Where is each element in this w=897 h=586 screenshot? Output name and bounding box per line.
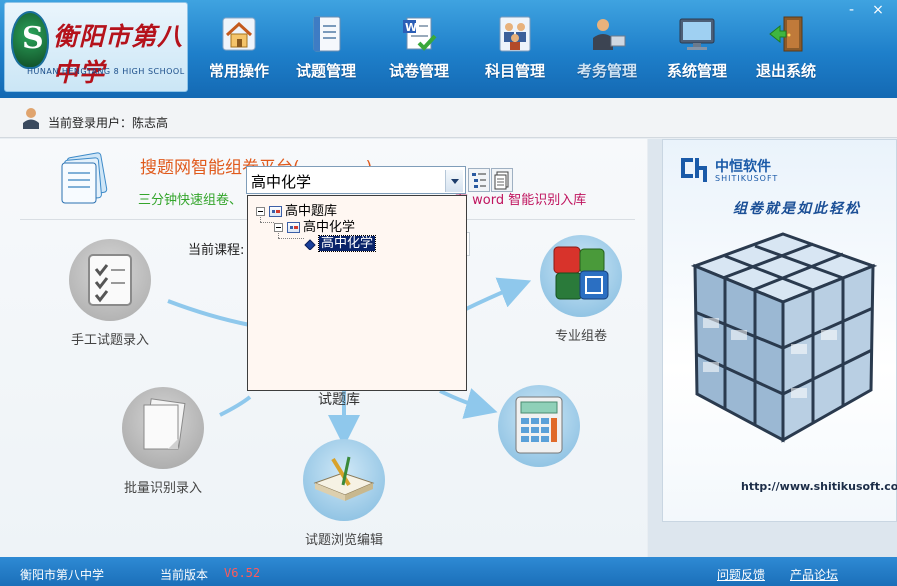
promo-banner: 中恒软件 SHITIKUSOFT 组卷就是如此轻松 http://www.shi… [662,139,897,522]
menu-label: 试题管理 [295,62,356,80]
user-avatar-icon [22,107,40,129]
word-doc-check-icon: W [399,14,439,54]
menu-label: 系统管理 [666,62,727,80]
forum-link[interactable]: 产品论坛 [790,566,838,583]
menu-label: 退出系统 [755,62,816,80]
minimize-button[interactable]: - [841,2,863,18]
status-school: 衡阳市第八中学 [20,568,105,582]
school-name-english: HUNAN HENGYANG 8 HIGH SCHOOL [27,67,185,76]
menu-exit[interactable]: 退出系统 [750,14,822,86]
professional-paper-icon [540,235,622,317]
user-bar: 当前登录用户：陈志高 [0,98,897,138]
dropdown-arrow-icon[interactable] [445,170,463,192]
notebook-icon [306,14,346,54]
status-version-label: 当前版本 [160,568,209,582]
monitor-icon [677,14,717,54]
house-icon [219,14,259,54]
batch-recognition-node[interactable]: 批量识别录入 [104,387,222,496]
browse-edit-node[interactable]: 试题浏览编辑 [288,439,400,548]
browse-edit-icon [303,439,385,521]
feedback-link[interactable]: 问题反馈 [717,566,765,583]
cube-illustration [690,232,878,443]
menu-system-mgmt[interactable]: 系统管理 [662,14,732,86]
calculator-node[interactable] [493,385,585,467]
people-group-icon [495,14,535,54]
promo-brand-sub: SHITIKUSOFT [715,174,779,183]
school-name: 衡阳市第八中学 [53,22,184,87]
exit-door-icon [766,14,806,54]
course-combobox-value: 高中化学 [251,173,312,191]
collapse-icon[interactable] [274,223,283,232]
top-banner: 衡阳市第八中学 HUNAN HENGYANG 8 HIGH SCHOOL 常用操… [0,0,897,98]
menu-exam-mgmt[interactable]: 考务管理 [572,14,642,86]
manual-entry-node[interactable]: 手工试题录入 [62,239,158,348]
menu-label: 常用操作 [208,62,269,80]
tree-node-chemistry-leaf[interactable]: 高中化学 [304,232,377,252]
zhongheng-logo-icon [677,152,711,184]
status-version: V6.52 [224,566,261,580]
tree-connector [278,238,304,239]
svg-text:W: W [405,21,417,34]
menu-subject-mgmt[interactable]: 科目管理 [480,14,550,86]
status-bar: 衡阳市第八中学 当前版本 V6.52 问题反馈 产品论坛 [0,557,897,586]
tree-node-label-selected: 高中化学 [317,235,377,252]
document-button[interactable] [491,168,513,192]
collapse-icon[interactable] [256,207,265,216]
book-icon [304,238,316,251]
folder-icon [287,222,300,233]
document-icon [494,171,509,190]
professional-paper-node[interactable]: 专业组卷 [535,235,627,344]
window-controls: - × [841,2,889,18]
current-user-label: 当前登录用户：陈志高 [48,116,169,130]
menu-question-mgmt[interactable]: 试题管理 [291,14,361,86]
close-button[interactable]: × [867,2,889,18]
course-tree-popup: 高中题库 高中化学 高中化学 [247,195,467,391]
promo-url[interactable]: http://www.shitikusoft.com [741,480,897,493]
menu-paper-mgmt[interactable]: W 试卷管理 [384,14,454,86]
professional-paper-label: 专业组卷 [554,329,607,344]
presenter-icon [587,14,627,54]
menu-label: 考务管理 [576,62,637,80]
school-emblem-icon [11,11,49,69]
batch-recognition-label: 批量识别录入 [123,481,202,496]
menu-label: 科目管理 [484,62,545,80]
manual-entry-icon [69,239,151,321]
promo-slogan: 组卷就是如此轻松 [733,201,861,217]
question-bank-label: 试题库 [318,392,360,408]
tree-list-icon [472,173,486,188]
promo-panel: 中恒软件 SHITIKUSOFT 组卷就是如此轻松 http://www.shi… [648,139,897,557]
calculator-icon [498,385,580,467]
school-logo: 衡阳市第八中学 HUNAN HENGYANG 8 HIGH SCHOOL [4,2,188,92]
tree-connector [260,222,274,223]
promo-brand: 中恒软件 [715,159,771,175]
course-combobox[interactable]: 高中化学 [246,166,466,194]
menu-common-ops[interactable]: 常用操作 [204,14,274,86]
menu-label: 试卷管理 [388,62,449,80]
manual-entry-label: 手工试题录入 [70,333,149,348]
batch-recognition-icon [122,387,204,469]
browse-edit-label: 试题浏览编辑 [304,533,383,548]
tree-view-button[interactable] [468,168,490,192]
